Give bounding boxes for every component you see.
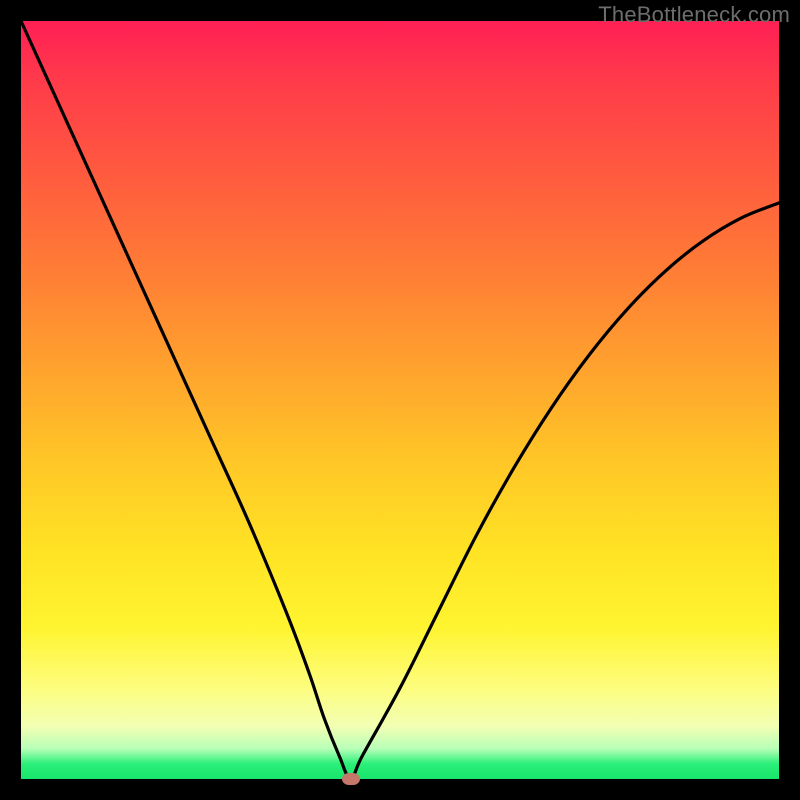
curve-path <box>21 21 779 779</box>
plot-area <box>21 21 779 779</box>
optimal-point-marker <box>342 773 360 785</box>
watermark-text: TheBottleneck.com <box>598 2 790 28</box>
chart-frame: TheBottleneck.com <box>0 0 800 800</box>
bottleneck-curve <box>21 21 779 779</box>
